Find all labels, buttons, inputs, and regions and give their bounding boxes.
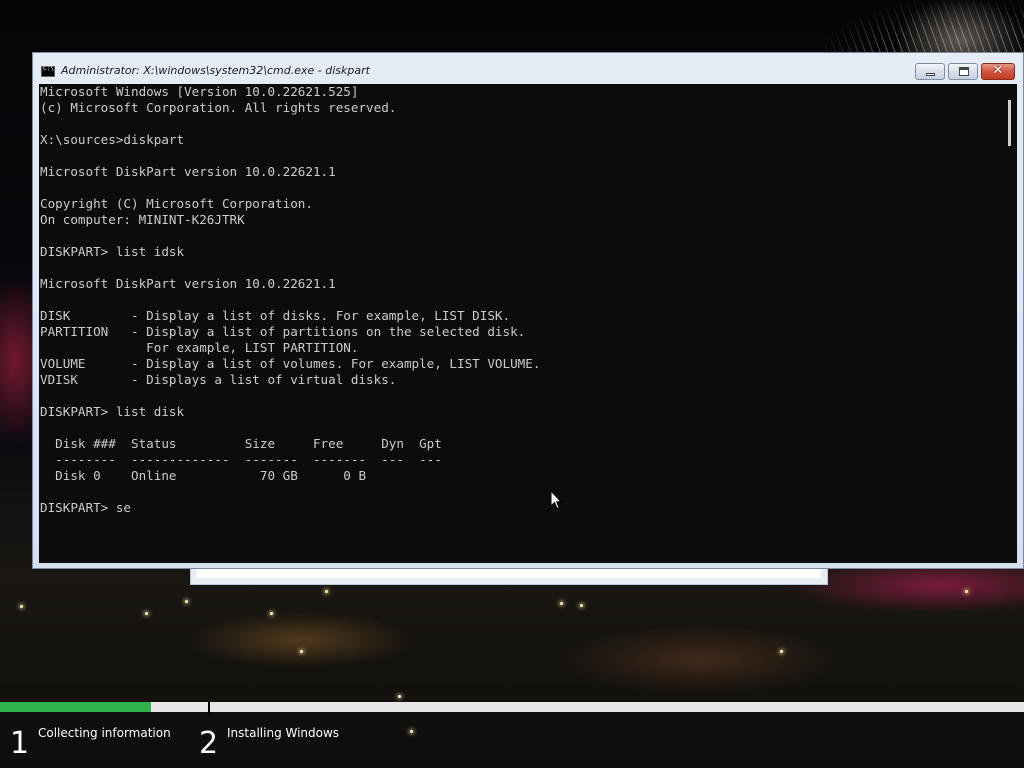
console-line: VDISK - Displays a list of virtual disks… bbox=[40, 372, 397, 387]
console-line: Microsoft Windows [Version 10.0.22621.52… bbox=[40, 84, 359, 99]
setup-progress-bar bbox=[0, 700, 1024, 714]
console-line: Disk 0 Online 70 GB 0 B bbox=[40, 468, 367, 483]
console-line: Microsoft DiskPart version 10.0.22621.1 bbox=[40, 164, 336, 179]
console-line: Copyright (C) Microsoft Corporation. bbox=[40, 196, 313, 211]
console-line: On computer: MININT-K26JTRK bbox=[40, 212, 245, 227]
fireworks-decoration bbox=[824, 0, 1024, 60]
setup-window-behind bbox=[190, 568, 828, 585]
maximize-icon bbox=[959, 67, 969, 76]
mouse-pointer-icon bbox=[550, 490, 562, 510]
console-output[interactable]: Microsoft Windows [Version 10.0.22621.52… bbox=[39, 84, 1000, 563]
console-line: Disk ### Status Size Free Dyn Gpt bbox=[40, 436, 442, 451]
step-label: Collecting information bbox=[38, 726, 171, 740]
maximize-button[interactable] bbox=[948, 63, 978, 80]
minimize-icon bbox=[926, 73, 935, 76]
cmd-icon[interactable] bbox=[41, 65, 55, 77]
step-number: 2 bbox=[199, 726, 219, 761]
vertical-scrollbar[interactable] bbox=[1000, 84, 1017, 563]
minimize-button[interactable] bbox=[915, 63, 945, 80]
progress-step-divider bbox=[208, 700, 210, 714]
console-line: PARTITION - Display a list of partitions… bbox=[40, 324, 526, 339]
step-label: Installing Windows bbox=[227, 726, 340, 740]
console-line: DISKPART> se bbox=[40, 500, 131, 515]
setup-progress-fill bbox=[0, 702, 151, 712]
console-line: DISKPART> list idsk bbox=[40, 244, 185, 259]
title-bar[interactable]: Administrator: X:\windows\system32\cmd.e… bbox=[33, 53, 1023, 83]
scrollbar-thumb[interactable] bbox=[1008, 100, 1011, 146]
console-line: For example, LIST PARTITION. bbox=[40, 340, 359, 355]
window-title: Administrator: X:\windows\system32\cmd.e… bbox=[61, 64, 370, 77]
console-line: VOLUME - Display a list of volumes. For … bbox=[40, 356, 541, 371]
close-icon: ✕ bbox=[992, 63, 1004, 78]
console-line: (c) Microsoft Corporation. All rights re… bbox=[40, 100, 397, 115]
close-button[interactable]: ✕ bbox=[981, 63, 1015, 80]
cmd-window[interactable]: Administrator: X:\windows\system32\cmd.e… bbox=[32, 52, 1024, 569]
console-line: Microsoft DiskPart version 10.0.22621.1 bbox=[40, 276, 336, 291]
console-line: DISK - Display a list of disks. For exam… bbox=[40, 308, 511, 323]
console-line: X:\sources>diskpart bbox=[40, 132, 185, 147]
console-line: DISKPART> list disk bbox=[40, 404, 185, 419]
console-line: -------- ------------- ------- ------- -… bbox=[40, 452, 442, 467]
step-number: 1 bbox=[10, 726, 30, 761]
